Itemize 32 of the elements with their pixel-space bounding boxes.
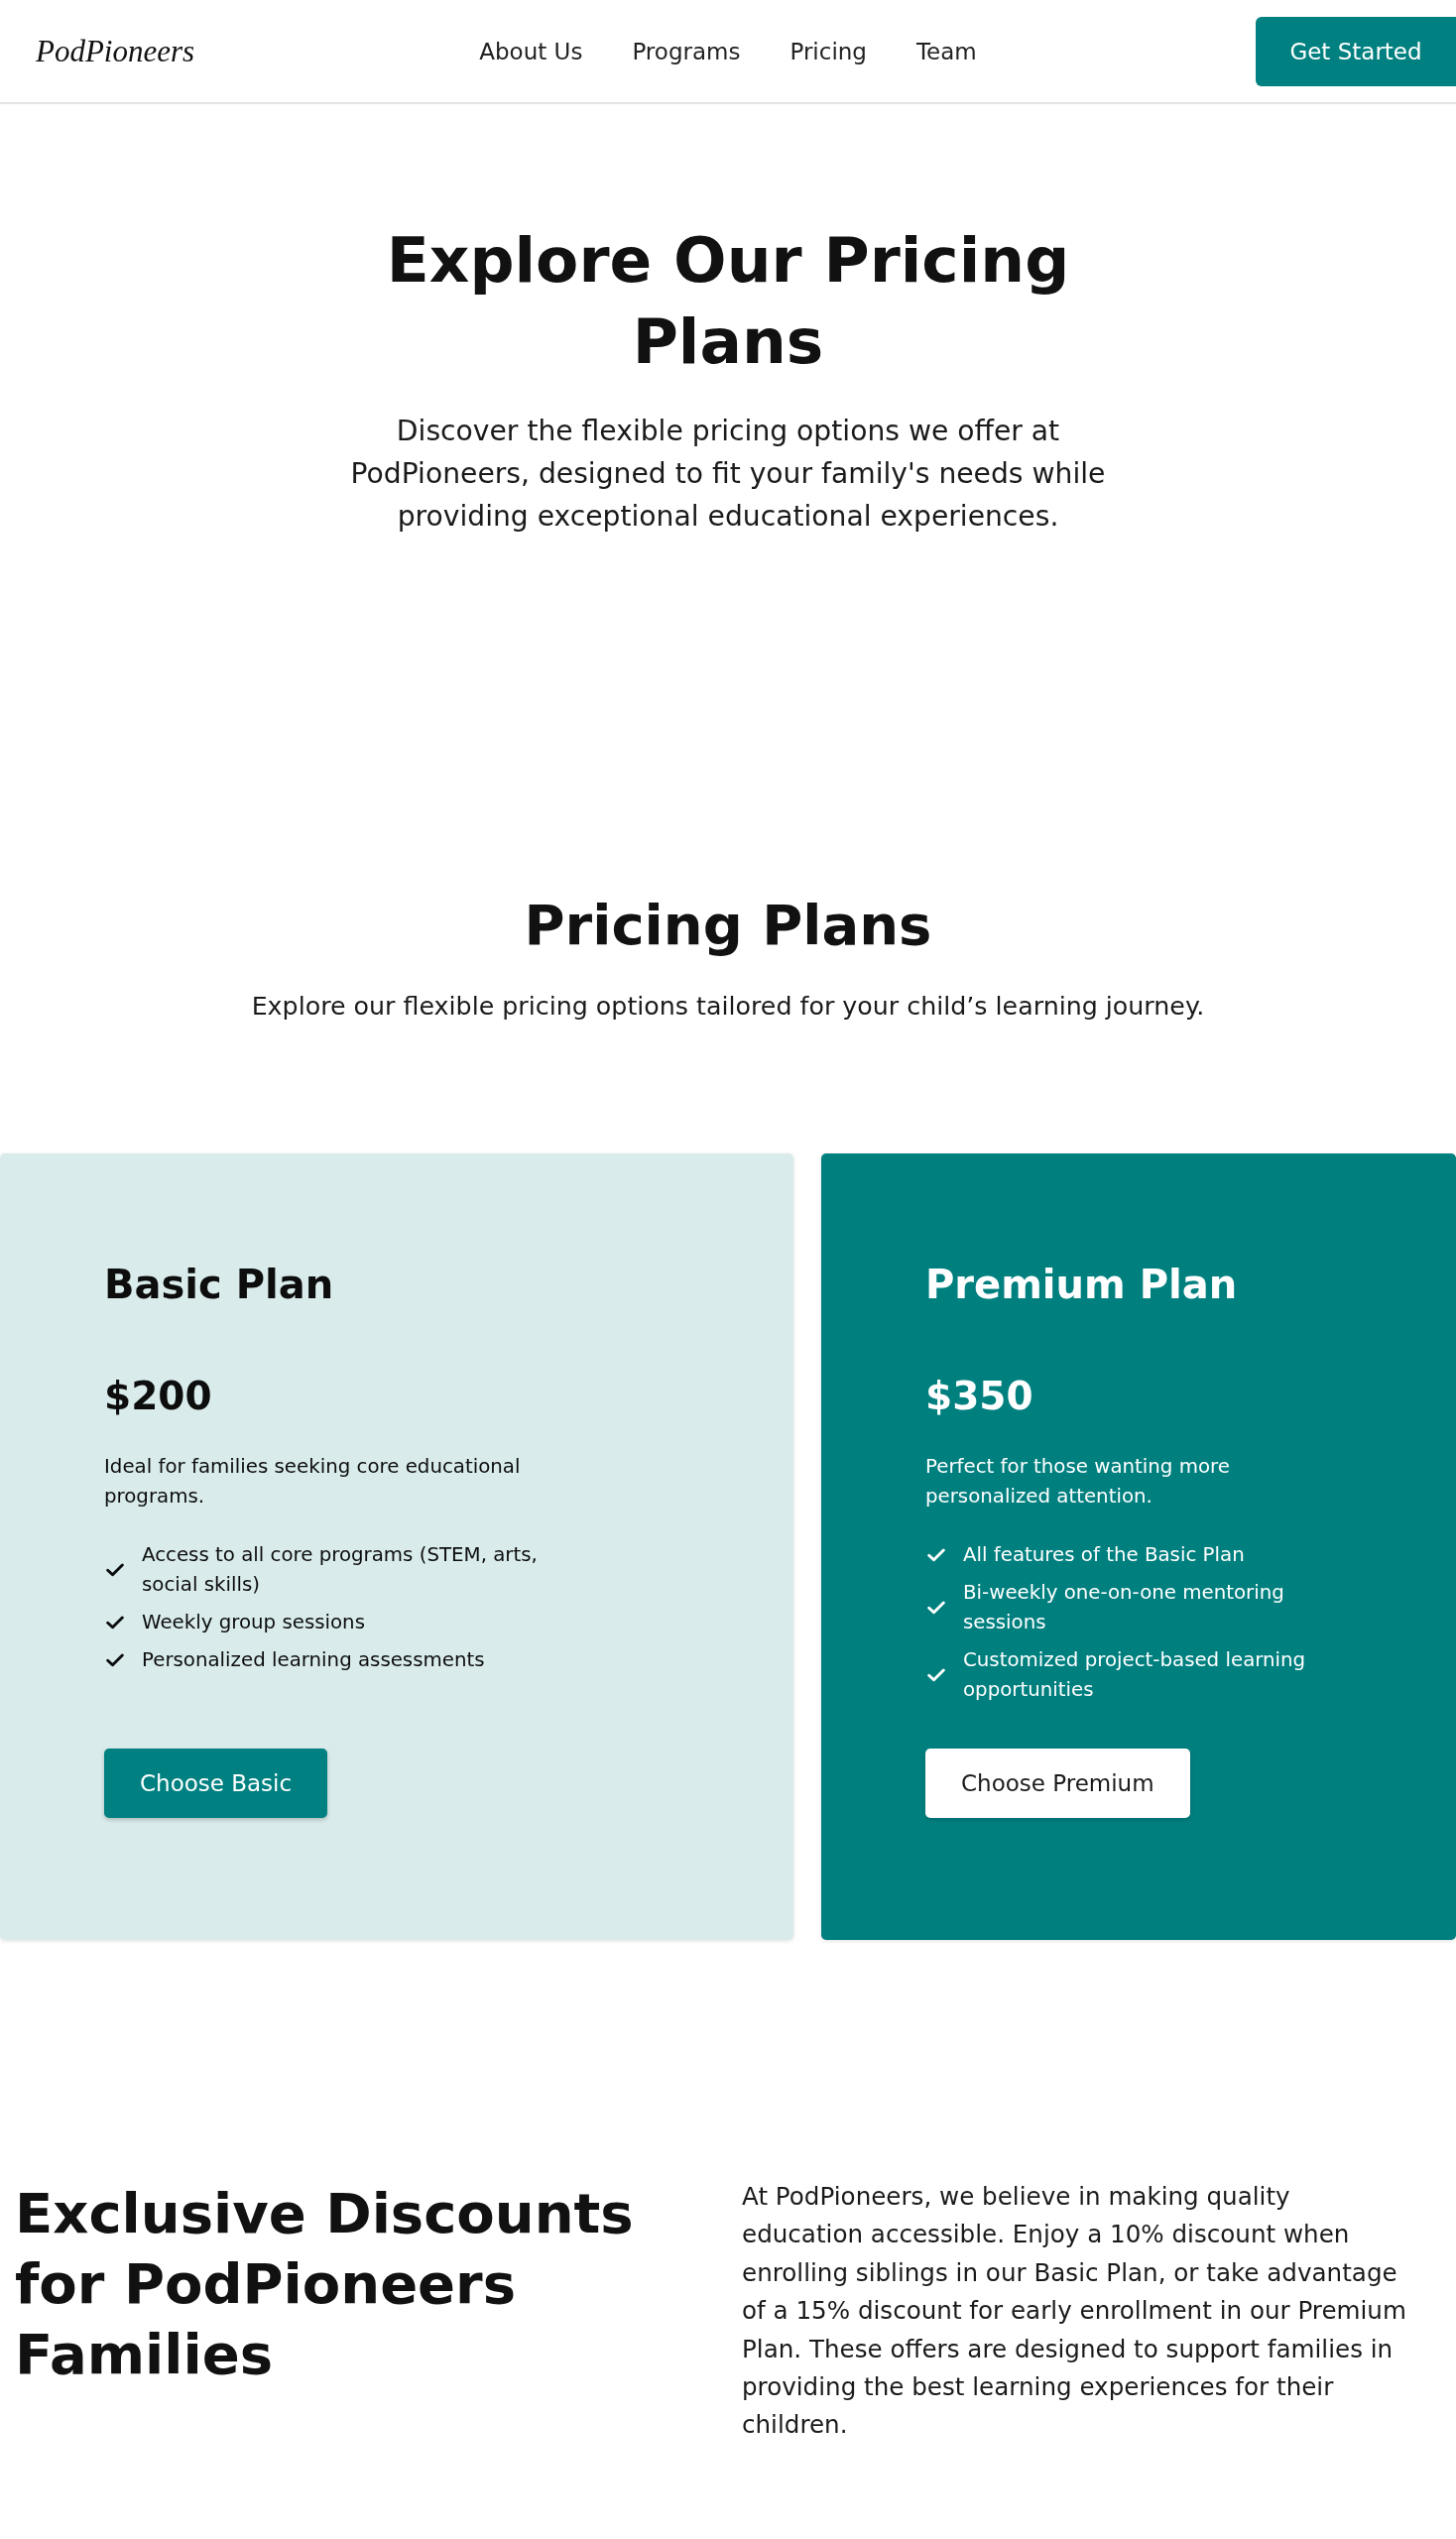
nav-link[interactable]: Team: [915, 38, 977, 64]
check-icon: [927, 1548, 945, 1562]
choose-plan-button[interactable]: Choose Basic: [104, 1749, 328, 1818]
plan-price: $350: [925, 1373, 1034, 1420]
discounts-title: Exclusive Discounts for PodPioneers Families: [15, 2180, 635, 2388]
page-title: Explore Our Pricing Plans: [385, 223, 1071, 380]
discounts-text: At PodPioneers, we believe in making quality education accessible. Enjoy a 10% discount when enrolling siblings in our Basic Plan, or take advantage of a 15% discount for early enrollment in our Premium Plan. These offers are designed to support families in providing the best learning experiences for their children.: [742, 2181, 1407, 2442]
check-icon: [106, 1653, 124, 1667]
feature-text: Access to all core programs (STEM, arts, social skills): [142, 1542, 539, 1598]
section-intro: Explore our flexible pricing options tailored for your child’s learning journey.: [251, 991, 1205, 1023]
plan-description: Perfect for those wanting more personalized attention.: [925, 1454, 1231, 1510]
plan-name: Basic Plan: [104, 1261, 335, 1309]
section-title: Pricing Plans: [524, 892, 932, 959]
check-icon: [106, 1563, 124, 1577]
feature-text: Personalized learning assessments: [142, 1647, 485, 1673]
nav-link[interactable]: Programs: [632, 38, 741, 64]
get-started-button[interactable]: Get Started: [1256, 16, 1456, 86]
choose-plan-button[interactable]: Choose Premium: [925, 1749, 1190, 1818]
check-icon: [927, 1601, 945, 1615]
feature-text: All features of the Basic Plan: [963, 1542, 1245, 1568]
plan-price: $200: [104, 1373, 213, 1420]
plan-name: Premium Plan: [925, 1261, 1239, 1309]
feature-text: Bi-weekly one-on-one mentoring sessions: [963, 1580, 1285, 1635]
nav-link[interactable]: Pricing: [789, 38, 867, 64]
feature-text: Customized project-based learning opportunities: [963, 1647, 1307, 1703]
nav-link[interactable]: About Us: [479, 38, 583, 64]
feature-text: Weekly group sessions: [142, 1610, 365, 1635]
page-intro: Discover the flexible pricing options we offer at PodPioneers, designed to fit your family's needs while providing exceptional educational experiences.: [349, 414, 1107, 535]
check-icon: [106, 1616, 124, 1630]
check-icon: [927, 1668, 945, 1682]
plan-description: Ideal for families seeking core educational programs.: [104, 1454, 522, 1510]
site-logo[interactable]: PodPioneers: [36, 33, 195, 68]
